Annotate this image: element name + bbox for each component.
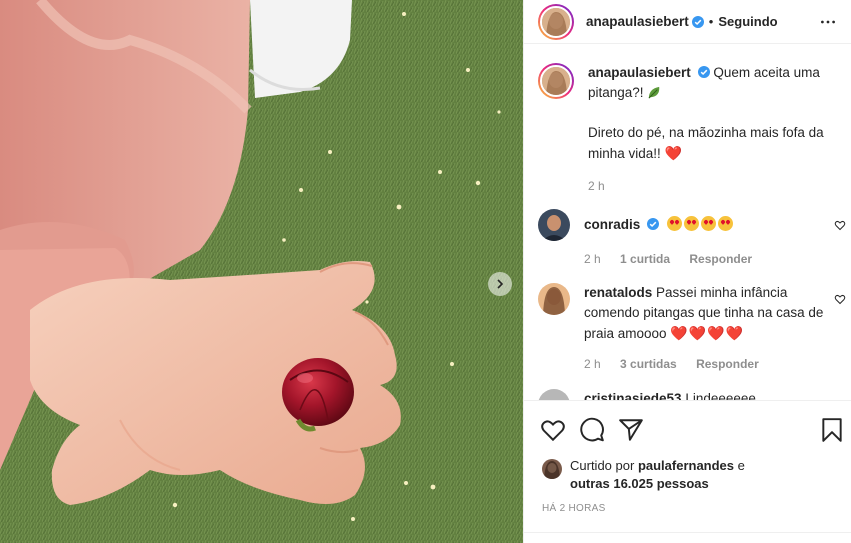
- liked-by-avatar[interactable]: [542, 459, 562, 479]
- post-timestamp[interactable]: HÁ 2 HORAS: [542, 503, 606, 514]
- instagram-post-modal: anapaulasiebert • Seguindo anapaulasiebe…: [0, 0, 851, 543]
- caption-text-line2: Direto do pé, na mãozinha mais fofa da m…: [588, 125, 824, 161]
- comment-meta: 2 h 3 curtidas Responder: [584, 354, 834, 374]
- comment-avatar[interactable]: [538, 283, 570, 315]
- comment-avatar-image: [538, 389, 570, 400]
- caption-time[interactable]: 2 h: [588, 179, 605, 193]
- caption-heart-emoji: ❤️: [664, 145, 683, 161]
- liked-by-summary: Curtido por paulafernandes e outras 16.0…: [542, 457, 745, 493]
- comments-list[interactable]: anapaulasiebert Quem aceita uma pitanga?…: [524, 45, 851, 400]
- more-options-button[interactable]: [818, 12, 838, 32]
- comment-item: renatalods Passei minha infância comendo…: [538, 283, 846, 374]
- comment-avatar-image: [538, 283, 570, 315]
- post-actions: Curtido por paulafernandes e outras 16.0…: [524, 400, 851, 543]
- star-struck-emoji-icon: [666, 216, 735, 232]
- others-likes-link[interactable]: outras 16.025 pessoas: [570, 476, 709, 491]
- verified-badge-icon: [697, 66, 710, 78]
- comment-hearts: ❤️❤️❤️❤️: [670, 325, 745, 341]
- leaf-icon: [648, 86, 660, 99]
- comment-item: cristinasiede53 Lindeeeeee: [538, 389, 838, 400]
- comment-avatar[interactable]: [538, 389, 570, 400]
- liked-by-prefix: Curtido por: [570, 458, 635, 473]
- comment-avatar-image: [538, 209, 570, 241]
- comment-username[interactable]: conradis: [584, 217, 640, 232]
- comment-avatar[interactable]: [538, 209, 570, 241]
- share-paper-plane-icon[interactable]: [618, 417, 644, 443]
- like-heart-icon[interactable]: [540, 417, 566, 443]
- comment-text: Lindeeeeee: [685, 391, 756, 400]
- liked-by-username[interactable]: paulafernandes: [638, 458, 734, 473]
- divider: [524, 532, 851, 533]
- comment-username[interactable]: renatalods: [584, 285, 652, 300]
- comment-meta: 2 h 1 curtida Responder: [584, 249, 768, 269]
- post-caption: anapaulasiebert Quem aceita uma pitanga?…: [538, 63, 838, 196]
- header-separator: •: [708, 14, 714, 29]
- reply-button[interactable]: Responder: [696, 357, 759, 371]
- author-avatar-image: [542, 7, 570, 36]
- author-username[interactable]: anapaulasiebert: [586, 14, 689, 29]
- save-bookmark-icon[interactable]: [819, 417, 845, 443]
- comment-likes[interactable]: 1 curtida: [620, 252, 670, 266]
- following-button[interactable]: Seguindo: [718, 14, 777, 29]
- author-avatar[interactable]: [538, 3, 574, 40]
- like-comment-icon[interactable]: [834, 293, 846, 305]
- more-options-icon: [821, 20, 835, 24]
- photo-scene: [0, 0, 523, 543]
- caption-meta: 2 h: [588, 176, 838, 196]
- caption-avatar[interactable]: [538, 63, 574, 99]
- comment-item: conradis 🤩🤩🤩🤩 2 h 1 curtida Responder: [538, 209, 846, 269]
- post-header: anapaulasiebert • Seguindo: [524, 0, 851, 44]
- like-comment-icon[interactable]: [834, 219, 846, 231]
- chevron-right-icon: [497, 279, 504, 289]
- reply-button[interactable]: Responder: [689, 252, 752, 266]
- comment-username[interactable]: cristinasiede53: [584, 391, 682, 400]
- post-photo[interactable]: [0, 0, 523, 543]
- comment-time[interactable]: 2 h: [584, 252, 601, 266]
- liked-by-suffix: e: [737, 458, 745, 473]
- caption-username[interactable]: anapaulasiebert: [588, 65, 691, 80]
- comment-bubble-icon[interactable]: [579, 417, 605, 443]
- caption-avatar-image: [542, 67, 570, 95]
- comment-time[interactable]: 2 h: [584, 357, 601, 371]
- post-side-panel: anapaulasiebert • Seguindo anapaulasiebe…: [523, 0, 851, 543]
- next-photo-button[interactable]: [488, 272, 512, 296]
- liked-by-avatar-image: [542, 459, 562, 479]
- verified-badge-icon: [691, 15, 704, 28]
- comment-likes[interactable]: 3 curtidas: [620, 357, 677, 371]
- verified-badge-icon: [647, 218, 660, 230]
